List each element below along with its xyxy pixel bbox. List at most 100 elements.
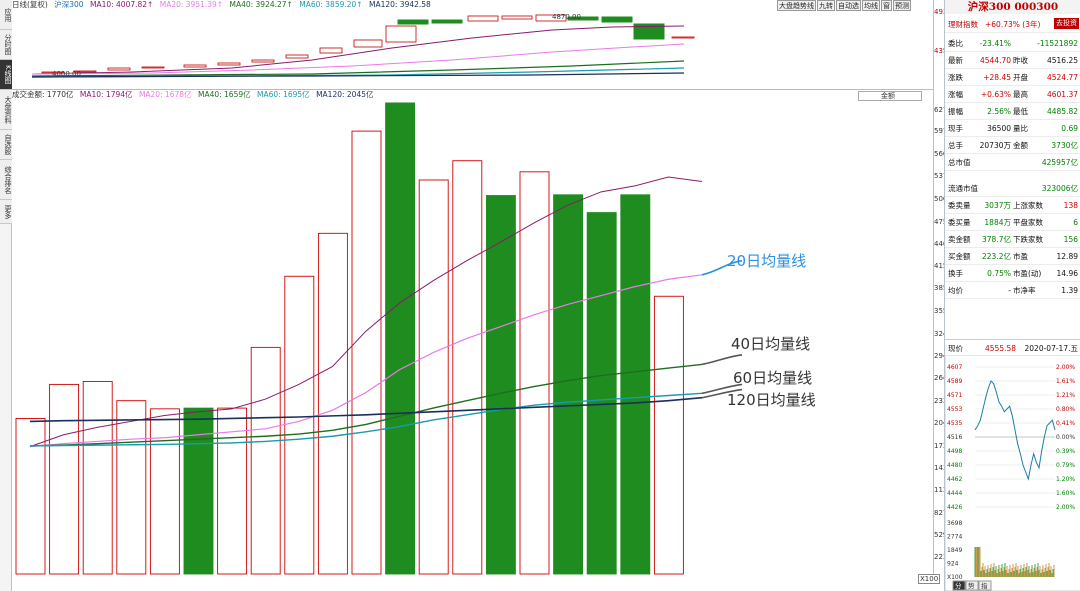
quote-row: 委买量 1884万 平盘家数 6 [945,214,1080,231]
volume-bar [586,212,617,575]
mini-intraday-chart[interactable]: 4607 2.00% 4589 1.61% 4571 1.21% 4553 0.80% 4535… [944,354,1080,591]
toolbar-window-button[interactable]: 窗 [881,0,892,11]
mini-right-tick: 0.79% [1056,462,1075,469]
mini-vol-tick: 3698 [947,520,962,527]
quote-label: 总市值 [948,158,971,167]
quote-row: 现手 36500 量比 0.69 [945,120,1080,137]
mini-left-tick: 4462 [947,476,962,483]
volume-bar [385,102,416,575]
tab-kline[interactable]: K线图 [0,60,12,90]
mini-left-tick: 4535 [947,420,962,427]
quote-value: +0.63% [980,90,1011,99]
volume-bar [519,171,550,575]
quote-label: 上涨家数 [1013,201,1043,210]
kline-candle [467,15,499,22]
kline-candle [385,25,417,43]
quote-row: 流通市值 323006亿 [945,180,1080,197]
quote-row: 委卖量 3037万 上涨家数 138 [945,197,1080,214]
annotation-ma40: 40日均量线 [731,335,811,353]
quote-label: 振幅 [948,107,963,116]
kline-candle [353,39,383,48]
mini-left-tick: 4607 [947,364,962,371]
volume-bar [183,407,214,575]
mini-right-tick: 0.41% [1056,420,1075,427]
quote-row: 振幅 2.56% 最低 4485.82 [945,103,1080,120]
quote-value: 20730万 [979,141,1011,150]
tab-market-info[interactable]: 大盘资料 [0,90,12,130]
mini-tab-label: 分 [955,581,962,590]
toolbar-ma-button[interactable]: 均线 [862,0,880,11]
quote-value: +28.45 [983,73,1011,82]
quote-value: 378.7亿 [982,235,1011,244]
quote-label: 买金额 [948,252,971,261]
mini-left-tick: 4553 [947,406,962,413]
mini-tab-label: 指 [981,581,988,590]
mini-left-tick: 4444 [947,490,962,497]
volume-bar [149,408,180,575]
quote-value: 138 [1063,201,1078,210]
quote-value: 4516.25 [1046,56,1078,65]
quote-label: 流通市值 [948,184,978,193]
quote-row: 卖金额 378.7亿 下跌家数 156 [945,231,1080,248]
quote-value: 323006亿 [1041,184,1078,193]
mini-left-tick: 4498 [947,448,962,455]
quote-label: 卖金额 [948,235,971,244]
quote-value: 4544.70 [979,56,1011,65]
tab-more[interactable]: 更多 [0,200,12,224]
mini-right-tick: 1.60% [1056,490,1075,497]
toolbar-forecast-button[interactable]: 预测 [893,0,911,11]
toolbar-autoselect-button[interactable]: 自动选 [836,0,861,11]
quote-row: 涨幅 +0.63% 最高 4601.37 [945,86,1080,103]
quote-row: 理财指数 +60.73% (3年) 去投资 [945,16,1080,33]
tab-intraday[interactable]: 分时图 [0,30,12,60]
quote-value: -11521892 [1037,39,1078,48]
volume-bar [116,400,147,575]
now-price-row: 现价 4555.58 2020-07-17.五 [945,339,1080,356]
quote-label: 市盈(动) [1013,269,1042,278]
volume-bar [553,194,584,575]
mini-right-tick: 2.00% [1056,504,1075,511]
quote-value: - [1008,286,1011,295]
kline-candle [251,59,275,63]
volume-bar [250,346,281,575]
quote-value: 0.75% [987,269,1011,278]
chart-toolbar: 大盘趋势线 九转 自动选 均线 窗 预测 [776,0,911,11]
toolbar-nine-button[interactable]: 九转 [817,0,835,11]
mini-right-tick: 2.00% [1056,364,1075,371]
invest-button[interactable]: 去投资 [1054,18,1079,29]
quote-value: 223.2亿 [982,252,1011,261]
kline-high-mark: 4870.00 [552,13,581,21]
tab-watchlist[interactable]: 自选股 [0,130,12,160]
kline-candle [285,54,309,59]
volume-bar [351,130,382,575]
mini-right-tick: 1.61% [1056,378,1075,385]
mini-left-tick: 4589 [947,378,962,385]
toolbar-trend-button[interactable]: 大盘趋势线 [777,0,816,11]
quote-value: 3037万 [984,201,1011,210]
quote-label: 换手 [948,269,963,278]
mini-right-tick: 0.00% [1056,434,1075,441]
quote-label: 涨跌 [948,73,963,82]
volume-bar [284,275,315,575]
annotation-ma60: 60日均量线 [733,369,813,387]
kline-candle [601,16,633,23]
quote-value: 4524.77 [1046,73,1078,82]
tab-ranking[interactable]: 综合排名 [0,160,12,200]
quote-row: 最新 4544.70 昨收 4516.25 [945,52,1080,69]
mini-vol-tick: 2774 [947,534,962,541]
mini-right-tick: 1.21% [1056,392,1075,399]
quote-label: 最新 [948,56,963,65]
quote-label: 量比 [1013,124,1028,133]
volume-selector[interactable]: 金额 [858,91,922,101]
annotation-stroke [701,353,743,366]
volume-bar [452,160,483,575]
tab-apps[interactable]: 应用 [0,0,12,30]
kline-pane[interactable]: 日线(复权) 沪深300 MA10: 4007.82↑ MA20: 3951.3… [12,0,952,90]
quote-label: 开盘 [1013,73,1028,82]
quote-row: 涨跌 +28.45 开盘 4524.77 [945,69,1080,86]
kline-candle [501,15,533,20]
mini-left-tick: 4480 [947,462,962,469]
quote-label: 委买量 [948,218,971,227]
kline-chart: 4870.00 4000.00 [31,13,695,78]
volume-bar [317,232,348,575]
